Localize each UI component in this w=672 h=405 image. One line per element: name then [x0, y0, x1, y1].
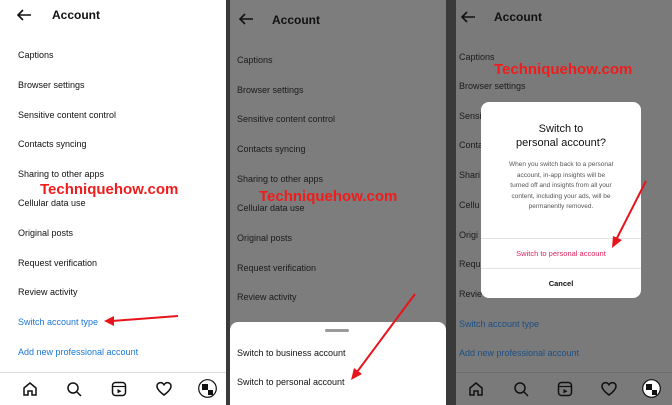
home-icon[interactable]	[22, 381, 38, 397]
screen-switch-personal-dialog: Account Captions Browser settings Sensi …	[456, 0, 672, 405]
search-icon[interactable]	[513, 381, 529, 397]
annotation-arrow-icon	[351, 293, 416, 380]
search-icon[interactable]	[66, 381, 82, 397]
annotation-arrow-icon	[612, 180, 647, 248]
reels-icon[interactable]	[557, 381, 573, 397]
heart-icon[interactable]	[156, 381, 172, 397]
bottom-nav-bar	[456, 372, 672, 405]
profile-avatar-icon[interactable]	[198, 379, 217, 398]
bottom-nav-bar	[0, 372, 226, 405]
reels-icon[interactable]	[111, 381, 127, 397]
profile-avatar-icon[interactable]	[642, 379, 661, 398]
screen-account-settings: Account Captions Browser settings Sensit…	[0, 0, 226, 405]
screen-switch-account-sheet: Account Captions Browser settings Sensit…	[230, 0, 446, 405]
annotation-arrow-icon	[104, 315, 179, 326]
heart-icon[interactable]	[601, 381, 617, 397]
home-icon[interactable]	[468, 381, 484, 397]
